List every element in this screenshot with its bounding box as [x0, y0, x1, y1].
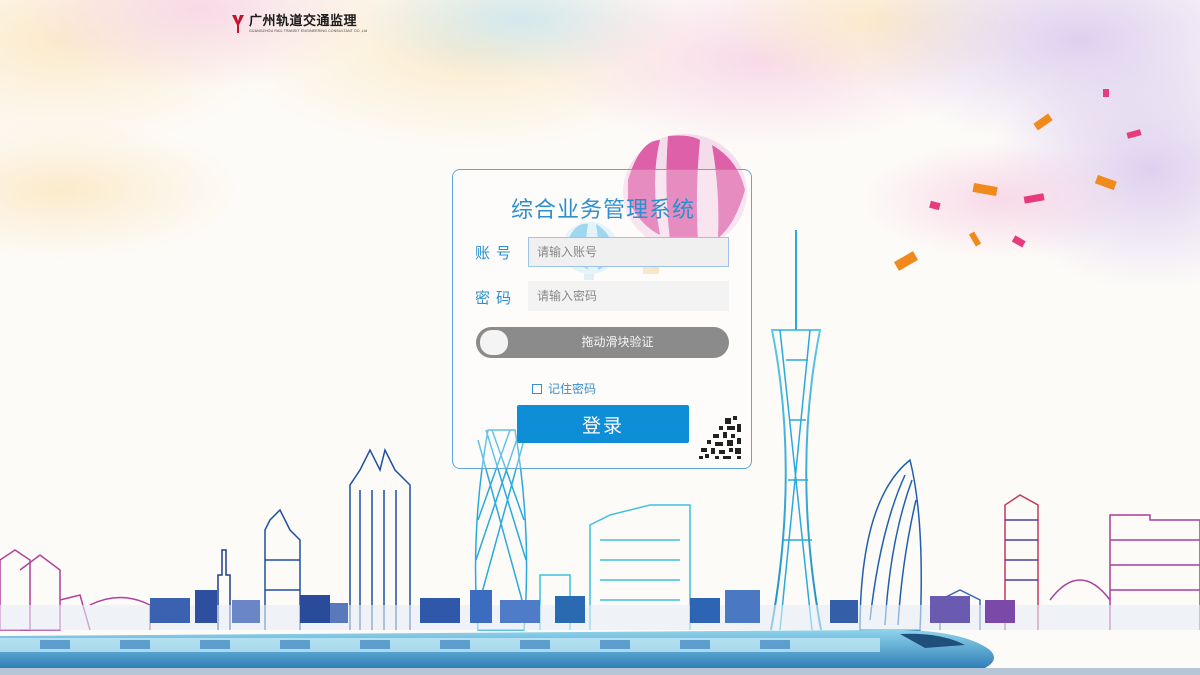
remember-password-checkbox[interactable]	[532, 383, 542, 394]
slider-captcha[interactable]: 拖动滑块验证	[476, 327, 729, 358]
password-label: 密码	[475, 289, 518, 307]
password-input[interactable]	[528, 281, 729, 311]
company-name-en: GUANGZHOU RAIL TRANSIT ENGINEERING CONSU…	[249, 29, 368, 33]
account-label: 账号	[475, 244, 518, 262]
slider-captcha-text: 拖动滑块验证	[581, 335, 654, 349]
login-panel: 综合业务管理系统 账号 密码 拖动滑块验证 记住密码 登录	[452, 169, 752, 469]
account-input[interactable]	[528, 237, 729, 267]
system-title: 综合业务管理系统	[510, 198, 695, 223]
metro-logo-icon	[232, 15, 244, 33]
company-logo: 广州轨道交通监理 GUANGZHOU RAIL TRANSIT ENGINEER…	[231, 14, 367, 34]
slider-handle[interactable]	[480, 330, 508, 355]
login-button[interactable]: 登录	[517, 405, 689, 443]
qr-code-icon[interactable]	[697, 414, 743, 460]
company-name-cn: 广州轨道交通监理	[249, 14, 358, 29]
remember-password[interactable]: 记住密码	[532, 380, 596, 397]
remember-password-label: 记住密码	[548, 382, 597, 396]
